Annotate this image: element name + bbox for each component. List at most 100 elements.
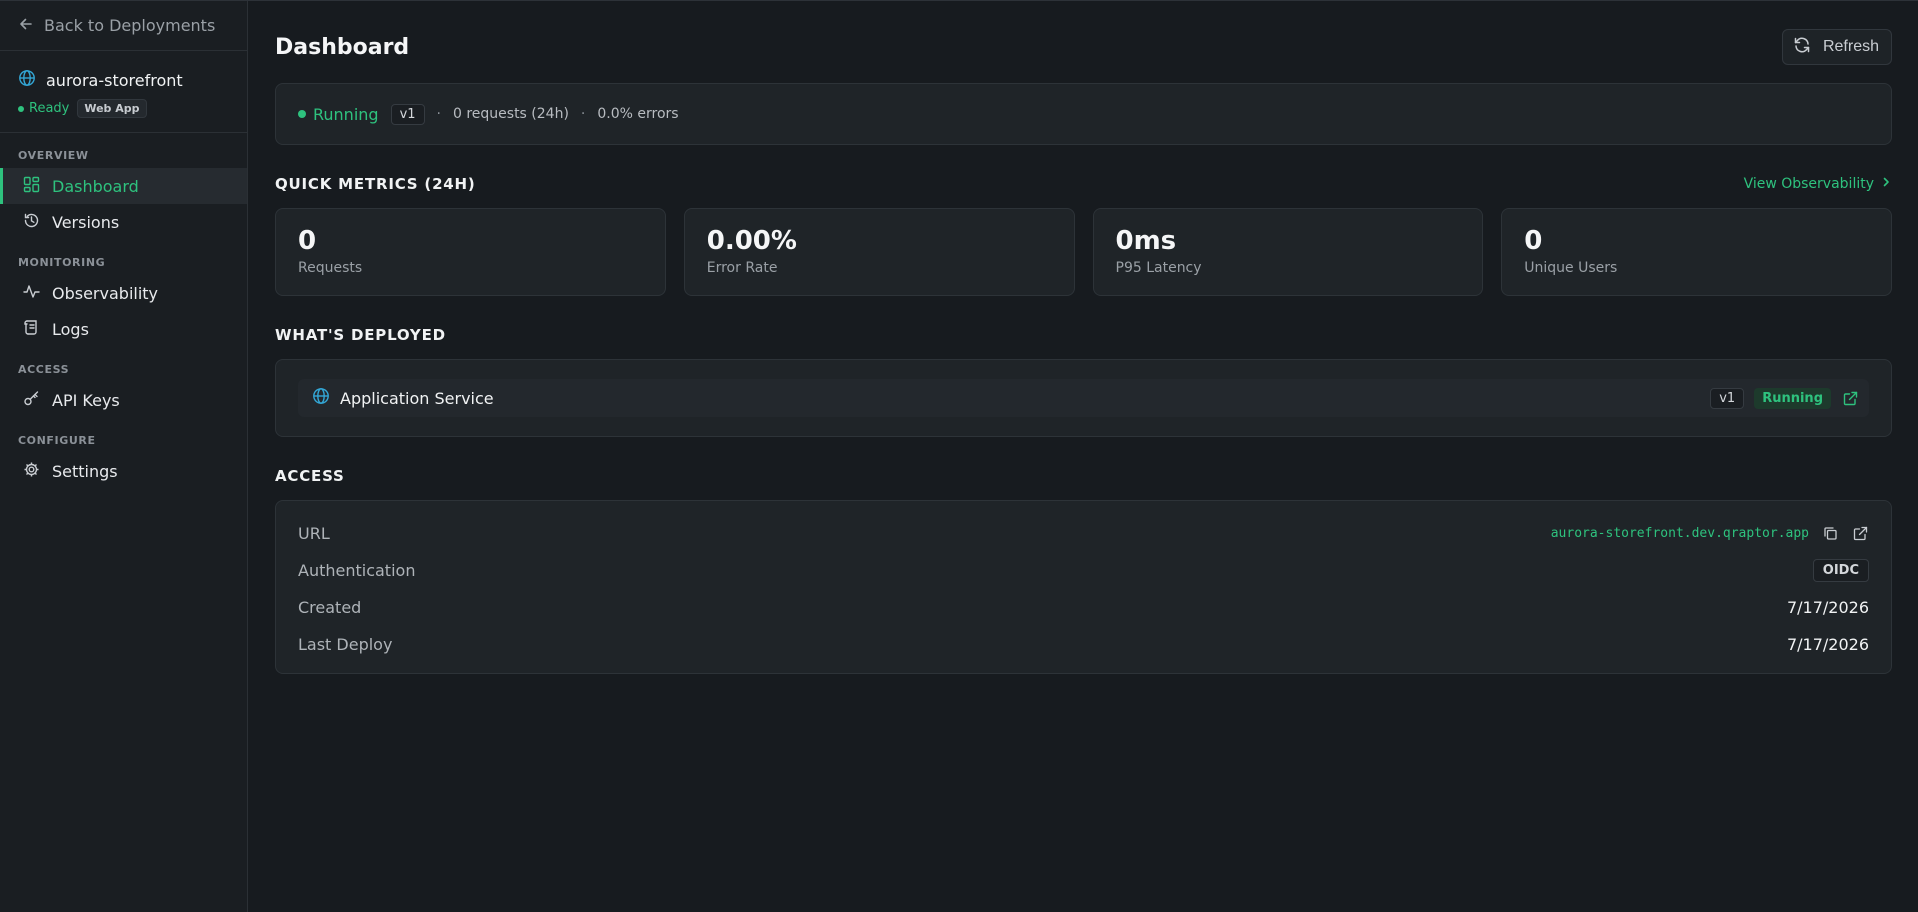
quick-metrics-header: QUICK METRICS (24H) View Observability	[275, 175, 1892, 193]
history-icon	[23, 212, 40, 233]
arrow-left-icon	[18, 16, 34, 36]
deployment-url-link[interactable]: aurora-storefront.dev.qraptor.app	[1551, 526, 1809, 541]
project-type-badge: Web App	[77, 99, 147, 118]
external-link-icon[interactable]	[1851, 525, 1869, 543]
project-status-label: Ready	[29, 101, 70, 116]
access-row-url: URL aurora-storefront.dev.qraptor.app	[298, 515, 1869, 552]
metric-label: Error Rate	[706, 259, 778, 276]
globe-icon	[312, 387, 330, 409]
project-status: Ready	[18, 101, 69, 116]
page-title: Dashboard	[275, 34, 410, 60]
chevron-right-icon	[1880, 176, 1892, 192]
scroll-icon	[23, 319, 40, 340]
access-row-authentication: Authentication OIDC	[298, 552, 1869, 589]
back-to-deployments-link[interactable]: Back to Deployments	[0, 1, 247, 51]
access-label: Created	[298, 598, 362, 617]
errors-summary: 0.0% errors	[597, 106, 679, 122]
service-row[interactable]: Application Service v1 Running	[298, 379, 1869, 417]
project-summary: aurora-storefront Ready Web App	[0, 51, 247, 133]
view-observability-link[interactable]: View Observability	[1744, 176, 1892, 192]
copy-icon[interactable]	[1821, 525, 1839, 543]
sidebar-item-label: Dashboard	[52, 176, 139, 196]
external-link-icon[interactable]	[1841, 389, 1859, 407]
metric-value: 0	[298, 226, 317, 256]
sidebar-item-logs[interactable]: Logs	[0, 311, 247, 347]
metric-label: P95 Latency	[1115, 259, 1202, 276]
metric-card-unique-users: 0 Unique Users	[1501, 208, 1892, 296]
back-link-label: Back to Deployments	[44, 16, 216, 35]
access-label: Authentication	[298, 561, 416, 580]
view-observability-label: View Observability	[1743, 176, 1874, 192]
service-name: Application Service	[340, 388, 494, 408]
auth-method-badge: OIDC	[1812, 559, 1869, 582]
access-label: Last Deploy	[298, 635, 393, 654]
status-dot-icon	[298, 110, 306, 118]
separator: ·	[580, 106, 586, 122]
access-header: ACCESS	[275, 467, 1892, 485]
sidebar-item-label: Versions	[52, 212, 120, 232]
sidebar-item-label: Observability	[52, 283, 159, 303]
metric-value: 0ms	[1115, 226, 1177, 256]
activity-icon	[23, 283, 40, 304]
metric-label: Requests	[298, 259, 363, 276]
nav-group-access: ACCESS API Keys	[0, 363, 247, 418]
sidebar-item-label: Logs	[52, 319, 89, 339]
status-label: Running	[313, 104, 379, 124]
nav-group-monitoring: MONITORING Observability Logs	[0, 256, 247, 347]
access-row-last-deploy: Last Deploy 7/17/2026	[298, 626, 1869, 663]
whats-deployed-header: WHAT'S DEPLOYED	[275, 326, 1892, 344]
access-label: URL	[298, 524, 330, 543]
service-version-badge: v1	[1710, 387, 1745, 409]
version-badge: v1	[390, 103, 425, 125]
whats-deployed-card: Application Service v1 Running	[275, 359, 1892, 437]
nav-heading-access: ACCESS	[18, 363, 70, 376]
sidebar-item-settings[interactable]: Settings	[0, 453, 247, 489]
separator: ·	[436, 106, 441, 122]
metric-value: 0.00%	[706, 226, 797, 256]
deployment-status-bar: Running v1 · 0 requests (24h) · 0.0% err…	[275, 83, 1892, 145]
page-header: Dashboard Refresh	[275, 29, 1892, 65]
refresh-icon	[1793, 36, 1811, 59]
dashboard-icon	[23, 176, 40, 197]
section-title-whats-deployed: WHAT'S DEPLOYED	[275, 326, 446, 344]
project-name: aurora-storefront	[46, 70, 183, 90]
access-card: URL aurora-storefront.dev.qraptor.app Au…	[275, 500, 1892, 674]
section-title-quick-metrics: QUICK METRICS (24H)	[275, 175, 476, 193]
metric-card-error-rate: 0.00% Error Rate	[683, 208, 1075, 296]
metric-card-p95-latency: 0ms P95 Latency	[1092, 208, 1484, 296]
sidebar-item-observability[interactable]: Observability	[0, 275, 247, 311]
url-actions: aurora-storefront.dev.qraptor.app	[1551, 525, 1869, 543]
project-meta: Ready Web App	[18, 99, 229, 118]
service-status-badge: Running	[1754, 387, 1831, 409]
main-content: Dashboard Refresh Running v1 · 0 request…	[248, 1, 1918, 912]
access-row-created: Created 7/17/2026	[298, 589, 1869, 626]
sidebar-item-label: Settings	[52, 461, 118, 481]
sidebar-item-label: API Keys	[52, 390, 120, 410]
sidebar: Back to Deployments aurora-storefront Re…	[0, 1, 248, 912]
gear-icon	[23, 461, 40, 482]
service-info: Application Service	[312, 387, 494, 409]
nav-group-configure: CONFIGURE Settings	[0, 434, 247, 489]
sidebar-item-api-keys[interactable]: API Keys	[0, 382, 247, 418]
status-dot-icon	[18, 105, 24, 112]
nav-heading-monitoring: MONITORING	[18, 256, 106, 269]
nav-heading-configure: CONFIGURE	[18, 434, 96, 447]
app-root: Back to Deployments aurora-storefront Re…	[0, 0, 1918, 912]
metric-value: 0	[1524, 226, 1543, 256]
sidebar-item-versions[interactable]: Versions	[0, 204, 247, 240]
metric-card-requests: 0 Requests	[275, 208, 666, 296]
sidebar-item-dashboard[interactable]: Dashboard	[0, 168, 247, 204]
globe-icon	[18, 69, 36, 91]
nav-group-overview: OVERVIEW Dashboard Versions	[0, 149, 247, 240]
metric-label: Unique Users	[1524, 259, 1618, 276]
last-deploy-date: 7/17/2026	[1786, 635, 1869, 654]
created-date: 7/17/2026	[1786, 598, 1869, 617]
nav-heading-overview: OVERVIEW	[18, 149, 89, 162]
refresh-button[interactable]: Refresh	[1781, 29, 1892, 65]
requests-summary: 0 requests (24h)	[452, 106, 569, 122]
section-title-access: ACCESS	[275, 467, 345, 485]
project-title: aurora-storefront	[18, 69, 229, 91]
metrics-grid: 0 Requests 0.00% Error Rate 0ms P95 Late…	[275, 208, 1892, 296]
refresh-label: Refresh	[1822, 38, 1879, 55]
key-icon	[23, 390, 40, 411]
